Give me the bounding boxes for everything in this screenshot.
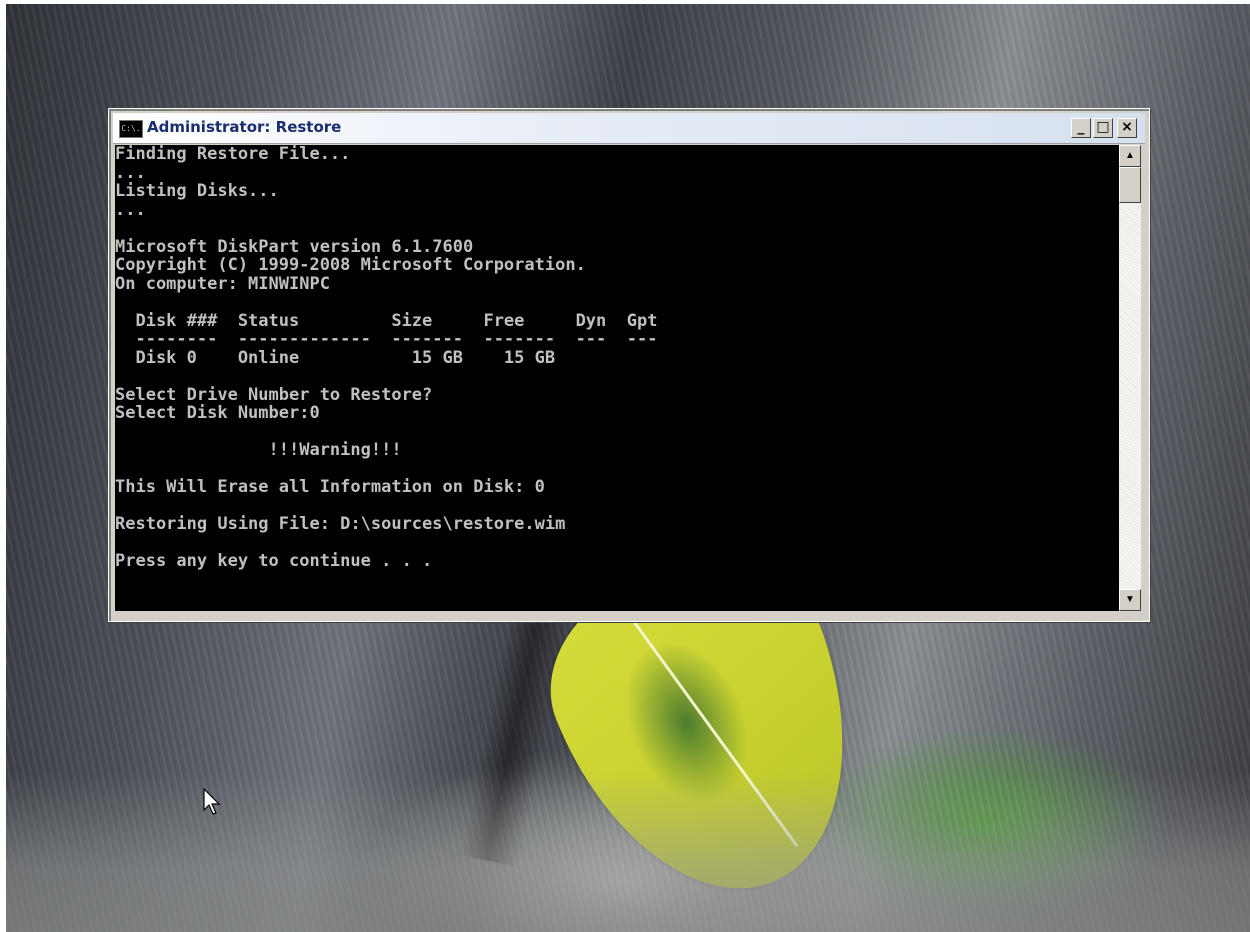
console-line: Select Disk Number:0 xyxy=(115,403,320,423)
console-line: On computer: MINWINPC xyxy=(115,273,330,294)
console-line: Listing Disks... xyxy=(115,181,279,201)
wallpaper-plank-shadow xyxy=(459,600,573,868)
scroll-down-button[interactable]: ▼ xyxy=(1119,589,1141,611)
window-titlebar[interactable]: C:\. Administrator: Restore _ □ × xyxy=(113,113,1145,144)
console-text: Finding Restore File...... Listing Disks.… xyxy=(115,145,1119,571)
maximize-button[interactable]: □ xyxy=(1093,118,1113,138)
console-app-icon: C:\. xyxy=(119,120,143,138)
vertical-scrollbar[interactable]: ▲ ▼ xyxy=(1119,145,1141,611)
close-button[interactable]: × xyxy=(1117,118,1137,138)
scroll-up-button[interactable]: ▲ xyxy=(1119,145,1141,167)
minimize-button[interactable]: _ xyxy=(1071,118,1091,138)
console-line: Disk 0 Online 15 GB 15 GB xyxy=(115,347,556,368)
console-line: ... xyxy=(115,162,146,183)
console-line: Press any key to continue . . . xyxy=(115,551,433,571)
console-line: ... xyxy=(115,199,146,220)
mouse-cursor-icon xyxy=(203,788,221,815)
scrollbar-thumb[interactable] xyxy=(1119,167,1141,203)
console-line: Restoring Using File: D:\sources\restore… xyxy=(115,514,566,534)
console-line: Copyright (C) 1999-2008 Microsoft Corpor… xyxy=(115,255,586,275)
console-output[interactable]: Finding Restore File...... Listing Disks.… xyxy=(115,145,1119,611)
console-line: Microsoft DiskPart version 6.1.7600 xyxy=(115,236,474,257)
console-line: -------- ------------- ------- ------- -… xyxy=(115,329,658,349)
console-window[interactable]: C:\. Administrator: Restore _ □ × Findin… xyxy=(108,108,1150,622)
console-line: !!!Warning!!! xyxy=(115,440,402,460)
console-line: Finding Restore File... xyxy=(115,145,351,164)
console-line: Disk ### Status Size Free Dyn Gpt xyxy=(115,310,658,331)
console-line: Select Drive Number to Restore? xyxy=(115,384,433,405)
window-title: Administrator: Restore xyxy=(147,118,342,136)
console-line: This Will Erase all Information on Disk:… xyxy=(115,477,545,497)
